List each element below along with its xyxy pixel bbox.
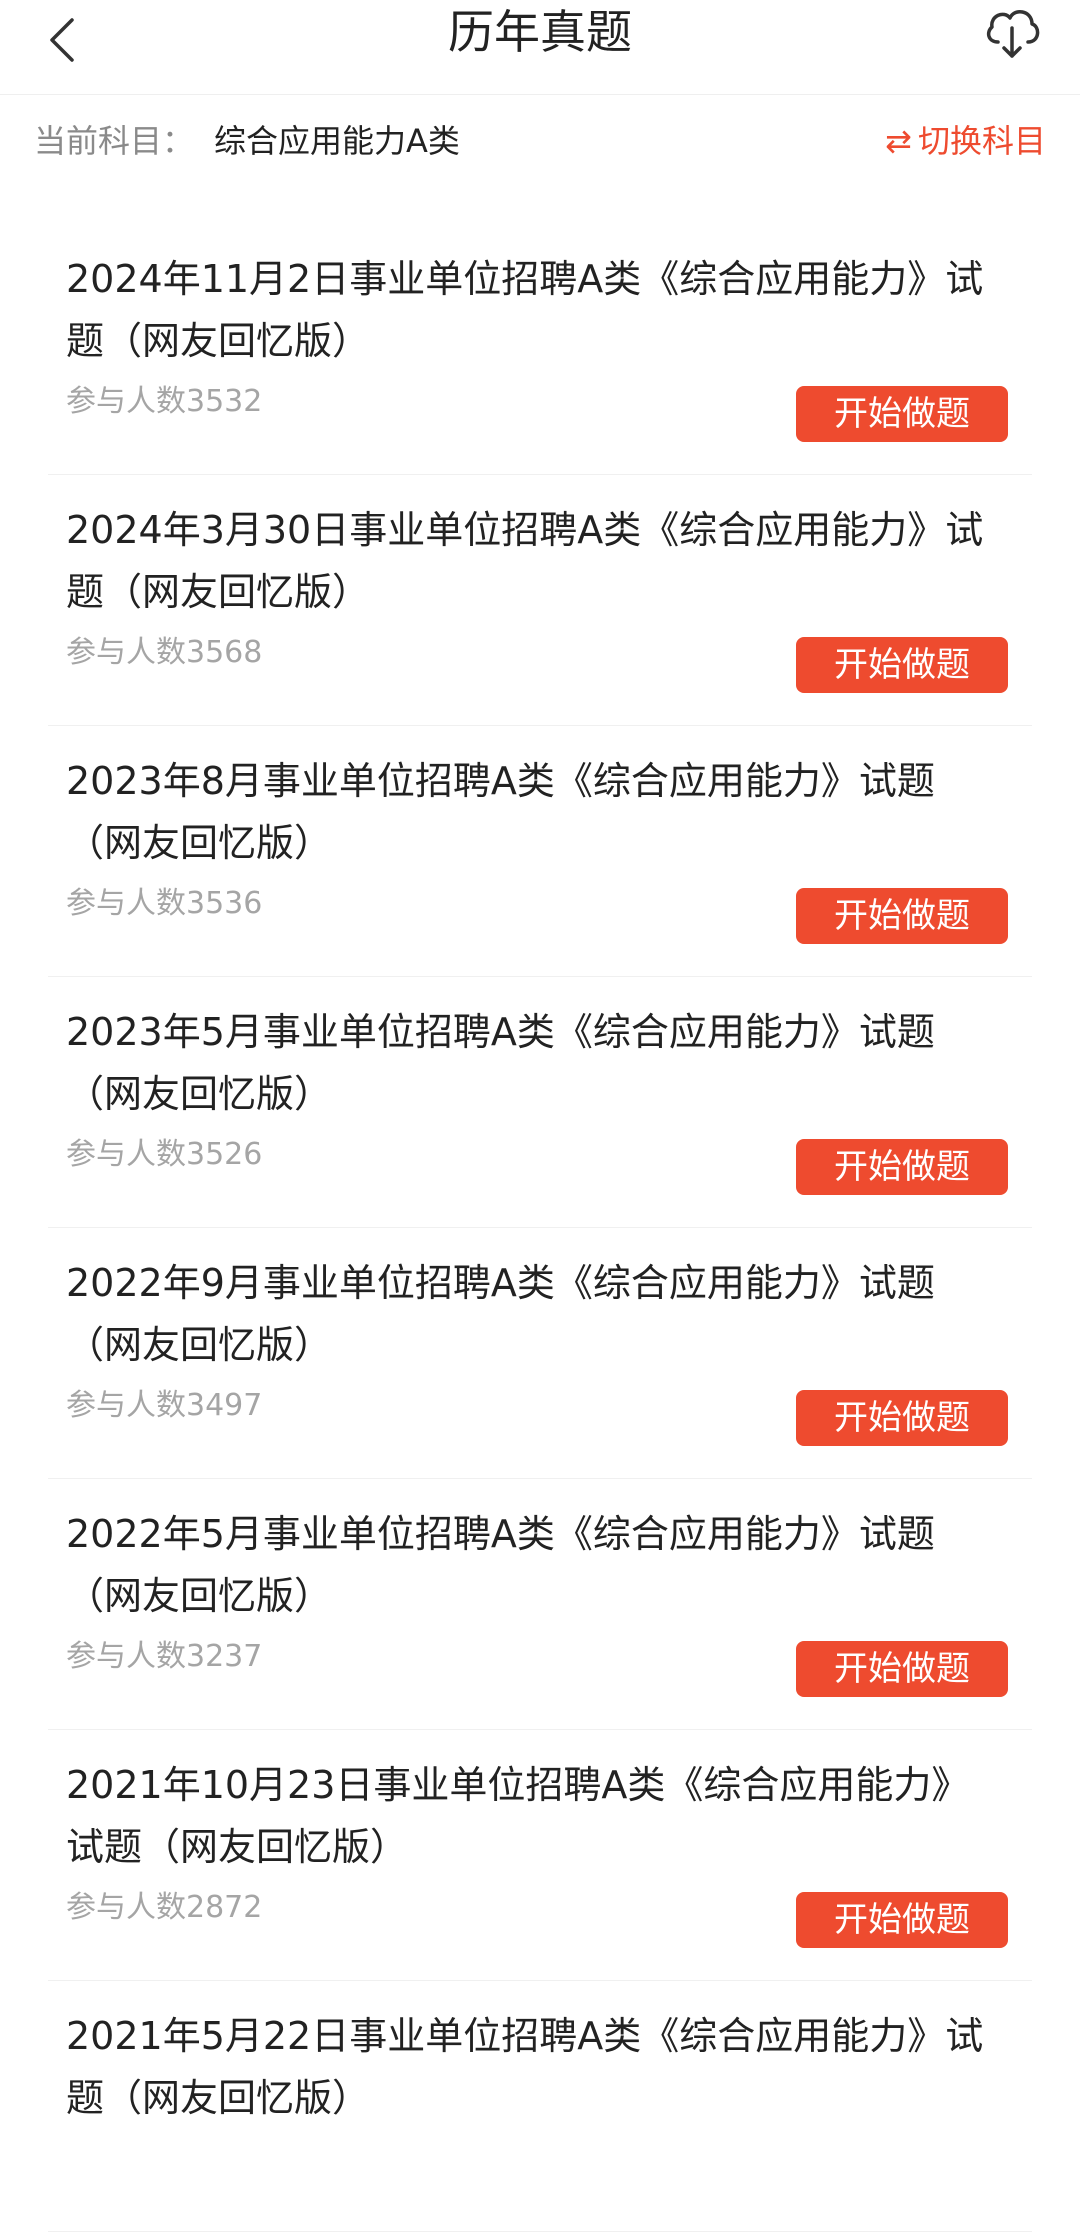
list-item: 2021年10月23日事业单位招聘A类《综合应用能力》试题（网友回忆版） 参与人…: [48, 1730, 1032, 1981]
exam-title[interactable]: 2023年5月事业单位招聘A类《综合应用能力》试题（网友回忆版）: [66, 1001, 1006, 1125]
switch-subject-button[interactable]: ⇄ 切换科目: [885, 119, 1046, 163]
start-exam-button[interactable]: 开始做题: [796, 637, 1008, 693]
exam-title[interactable]: 2021年5月22日事业单位招聘A类《综合应用能力》试题（网友回忆版）: [66, 2005, 1006, 2129]
start-exam-button[interactable]: 开始做题: [796, 1390, 1008, 1446]
participant-count: 参与人数3536: [66, 886, 263, 921]
exam-title[interactable]: 2023年8月事业单位招聘A类《综合应用能力》试题（网友回忆版）: [66, 750, 1006, 874]
start-exam-button[interactable]: 开始做题: [796, 1139, 1008, 1195]
exam-title[interactable]: 2022年9月事业单位招聘A类《综合应用能力》试题（网友回忆版）: [66, 1252, 1006, 1376]
participant-count: 参与人数3526: [66, 1137, 263, 1172]
list-item: 2023年8月事业单位招聘A类《综合应用能力》试题（网友回忆版） 参与人数353…: [48, 726, 1032, 977]
page-title: 历年真题: [448, 5, 632, 59]
subject-bar: 当前科目： 综合应用能力A类 ⇄ 切换科目: [0, 95, 1080, 195]
participant-count: 参与人数2872: [66, 1890, 263, 1925]
exam-title[interactable]: 2024年11月2日事业单位招聘A类《综合应用能力》试题（网友回忆版）: [66, 248, 1006, 372]
list-item: 2022年5月事业单位招聘A类《综合应用能力》试题（网友回忆版） 参与人数323…: [48, 1479, 1032, 1730]
download-button[interactable]: [980, 2, 1044, 62]
exam-list: 2024年11月2日事业单位招聘A类《综合应用能力》试题（网友回忆版） 参与人数…: [0, 224, 1080, 2232]
list-item: 2023年5月事业单位招聘A类《综合应用能力》试题（网友回忆版） 参与人数352…: [48, 977, 1032, 1228]
exam-title[interactable]: 2021年10月23日事业单位招聘A类《综合应用能力》试题（网友回忆版）: [66, 1754, 1006, 1878]
list-item: 2022年9月事业单位招聘A类《综合应用能力》试题（网友回忆版） 参与人数349…: [48, 1228, 1032, 1479]
switch-subject-label: 切换科目: [917, 122, 1046, 160]
list-item: 2021年5月22日事业单位招聘A类《综合应用能力》试题（网友回忆版）: [48, 1981, 1032, 2232]
cloud-download-icon: [986, 10, 1040, 58]
current-subject: 综合应用能力A类: [214, 122, 460, 160]
participant-count: 参与人数3237: [66, 1639, 263, 1674]
participant-count: 参与人数3568: [66, 635, 263, 670]
swap-arrows-icon: ⇄: [885, 122, 912, 160]
list-item: 2024年3月30日事业单位招聘A类《综合应用能力》试题（网友回忆版） 参与人数…: [48, 475, 1032, 726]
top-nav-bar: 历年真题: [0, 0, 1080, 95]
start-exam-button[interactable]: 开始做题: [796, 1892, 1008, 1948]
participant-count: 参与人数3532: [66, 384, 263, 419]
start-exam-button[interactable]: 开始做题: [796, 888, 1008, 944]
exam-title[interactable]: 2024年3月30日事业单位招聘A类《综合应用能力》试题（网友回忆版）: [66, 499, 1006, 623]
exam-title[interactable]: 2022年5月事业单位招聘A类《综合应用能力》试题（网友回忆版）: [66, 1503, 1006, 1627]
participant-count: 参与人数3497: [66, 1388, 263, 1423]
start-exam-button[interactable]: 开始做题: [796, 386, 1008, 442]
subject-label: 当前科目：: [34, 122, 195, 160]
start-exam-button[interactable]: 开始做题: [796, 1641, 1008, 1697]
list-item: 2024年11月2日事业单位招聘A类《综合应用能力》试题（网友回忆版） 参与人数…: [48, 224, 1032, 475]
